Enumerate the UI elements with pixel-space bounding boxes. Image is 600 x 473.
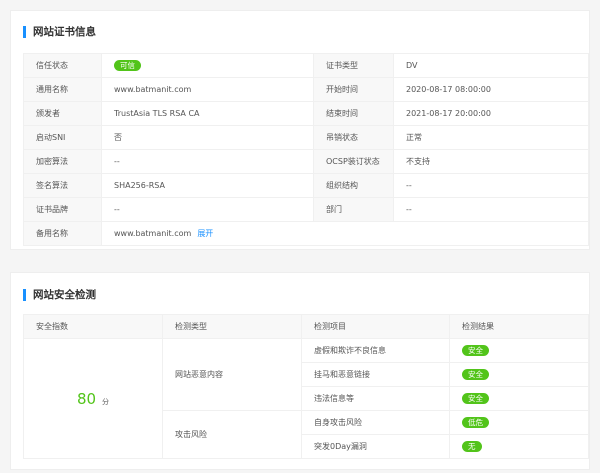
field-value: -- [393,197,589,222]
result-badge: 安全 [462,345,489,356]
field-value: 否 [114,133,122,142]
check-item: 挂马和恶意链接 [301,362,450,387]
trust-badge: 可信 [114,60,141,71]
result-badge: 安全 [462,369,489,380]
field-value: 2021-08-17 20:00:00 [393,101,589,126]
check-type: 攻击风险 [162,410,302,459]
field-label: 结束时间 [313,101,394,126]
table-row: 通用名称 www.batmanit.com 开始时间 2020-08-17 08:00… [23,77,589,102]
table-row: 备用名称 www.batmanit.com 展开 [23,221,589,246]
security-table: 安全指数 检测类型 检测项目 检测结果 80 分 网站恶意内容 虚假和欺诈不良信息… [23,314,589,459]
header-type: 检测类型 [162,314,302,339]
field-label: 部门 [313,197,394,222]
field-value: 不支持 [393,149,589,174]
table-row: 签名算法 SHA256-RSA 组织结构 -- [23,173,589,198]
table-row: 80 分 网站恶意内容 虚假和欺诈不良信息 安全 [23,338,589,459]
cert-info-card: 网站证书信息 信任状态 可信 证书类型 DV 通用名称 www.batmanit.com 开… [10,10,590,250]
field-value: SHA256-RSA [114,181,165,190]
field-label: 启动SNI [23,125,102,150]
field-label: 颁发者 [23,101,102,126]
security-score: 80 分 [23,338,163,459]
field-value: -- [114,157,120,166]
field-value: -- [114,205,120,214]
field-value: 正常 [393,125,589,150]
cert-table: 信任状态 可信 证书类型 DV 通用名称 www.batmanit.com 开始时间 2020… [23,53,589,246]
field-value: 2020-08-17 08:00:00 [393,77,589,102]
field-label: 开始时间 [313,77,394,102]
check-item: 虚假和欺诈不良信息 [301,338,450,363]
field-value: TrustAsia TLS RSA CA [114,109,200,118]
table-row: 证书品牌 -- 部门 -- [23,197,589,222]
field-value: DV [393,53,589,78]
header-result: 检测结果 [449,314,589,339]
check-item: 突发0Day漏洞 [301,434,450,459]
score-value: 80 [76,389,97,408]
expand-link[interactable]: 展开 [197,229,213,238]
table-row: 颁发者 TrustAsia TLS RSA CA 结束时间 2021-08-17 20… [23,101,589,126]
section-title: 网站证书信息 [23,26,96,38]
table-row: 启动SNI 否 吊销状态 正常 [23,125,589,150]
score-unit: 分 [102,397,110,406]
field-value: -- [393,173,589,198]
check-item: 自身攻击风险 [301,410,450,435]
field-label: 证书类型 [313,53,394,78]
result-badge: 低危 [462,417,489,428]
field-label: 通用名称 [23,77,102,102]
field-label: 签名算法 [23,173,102,198]
header-item: 检测项目 [301,314,450,339]
field-label: 备用名称 [23,221,102,246]
section-title: 网站安全检测 [23,289,96,301]
table-row: 加密算法 -- OCSP装订状态 不支持 [23,149,589,174]
field-label: 吊销状态 [313,125,394,150]
check-type: 网站恶意内容 [162,338,302,411]
header-score: 安全指数 [23,314,163,339]
field-label: 信任状态 [23,53,102,78]
result-badge: 无 [462,441,482,452]
field-label: 加密算法 [23,149,102,174]
field-value: www.batmanit.com [114,229,192,238]
field-label: OCSP装订状态 [313,149,394,174]
field-label: 证书品牌 [23,197,102,222]
check-item: 违法信息等 [301,386,450,411]
security-check-card: 网站安全检测 安全指数 检测类型 检测项目 检测结果 80 分 网站恶意内容 虚假… [10,272,590,470]
table-row: 信任状态 可信 证书类型 DV [23,53,589,78]
result-badge: 安全 [462,393,489,404]
field-value: www.batmanit.com [114,85,192,94]
field-label: 组织结构 [313,173,394,198]
